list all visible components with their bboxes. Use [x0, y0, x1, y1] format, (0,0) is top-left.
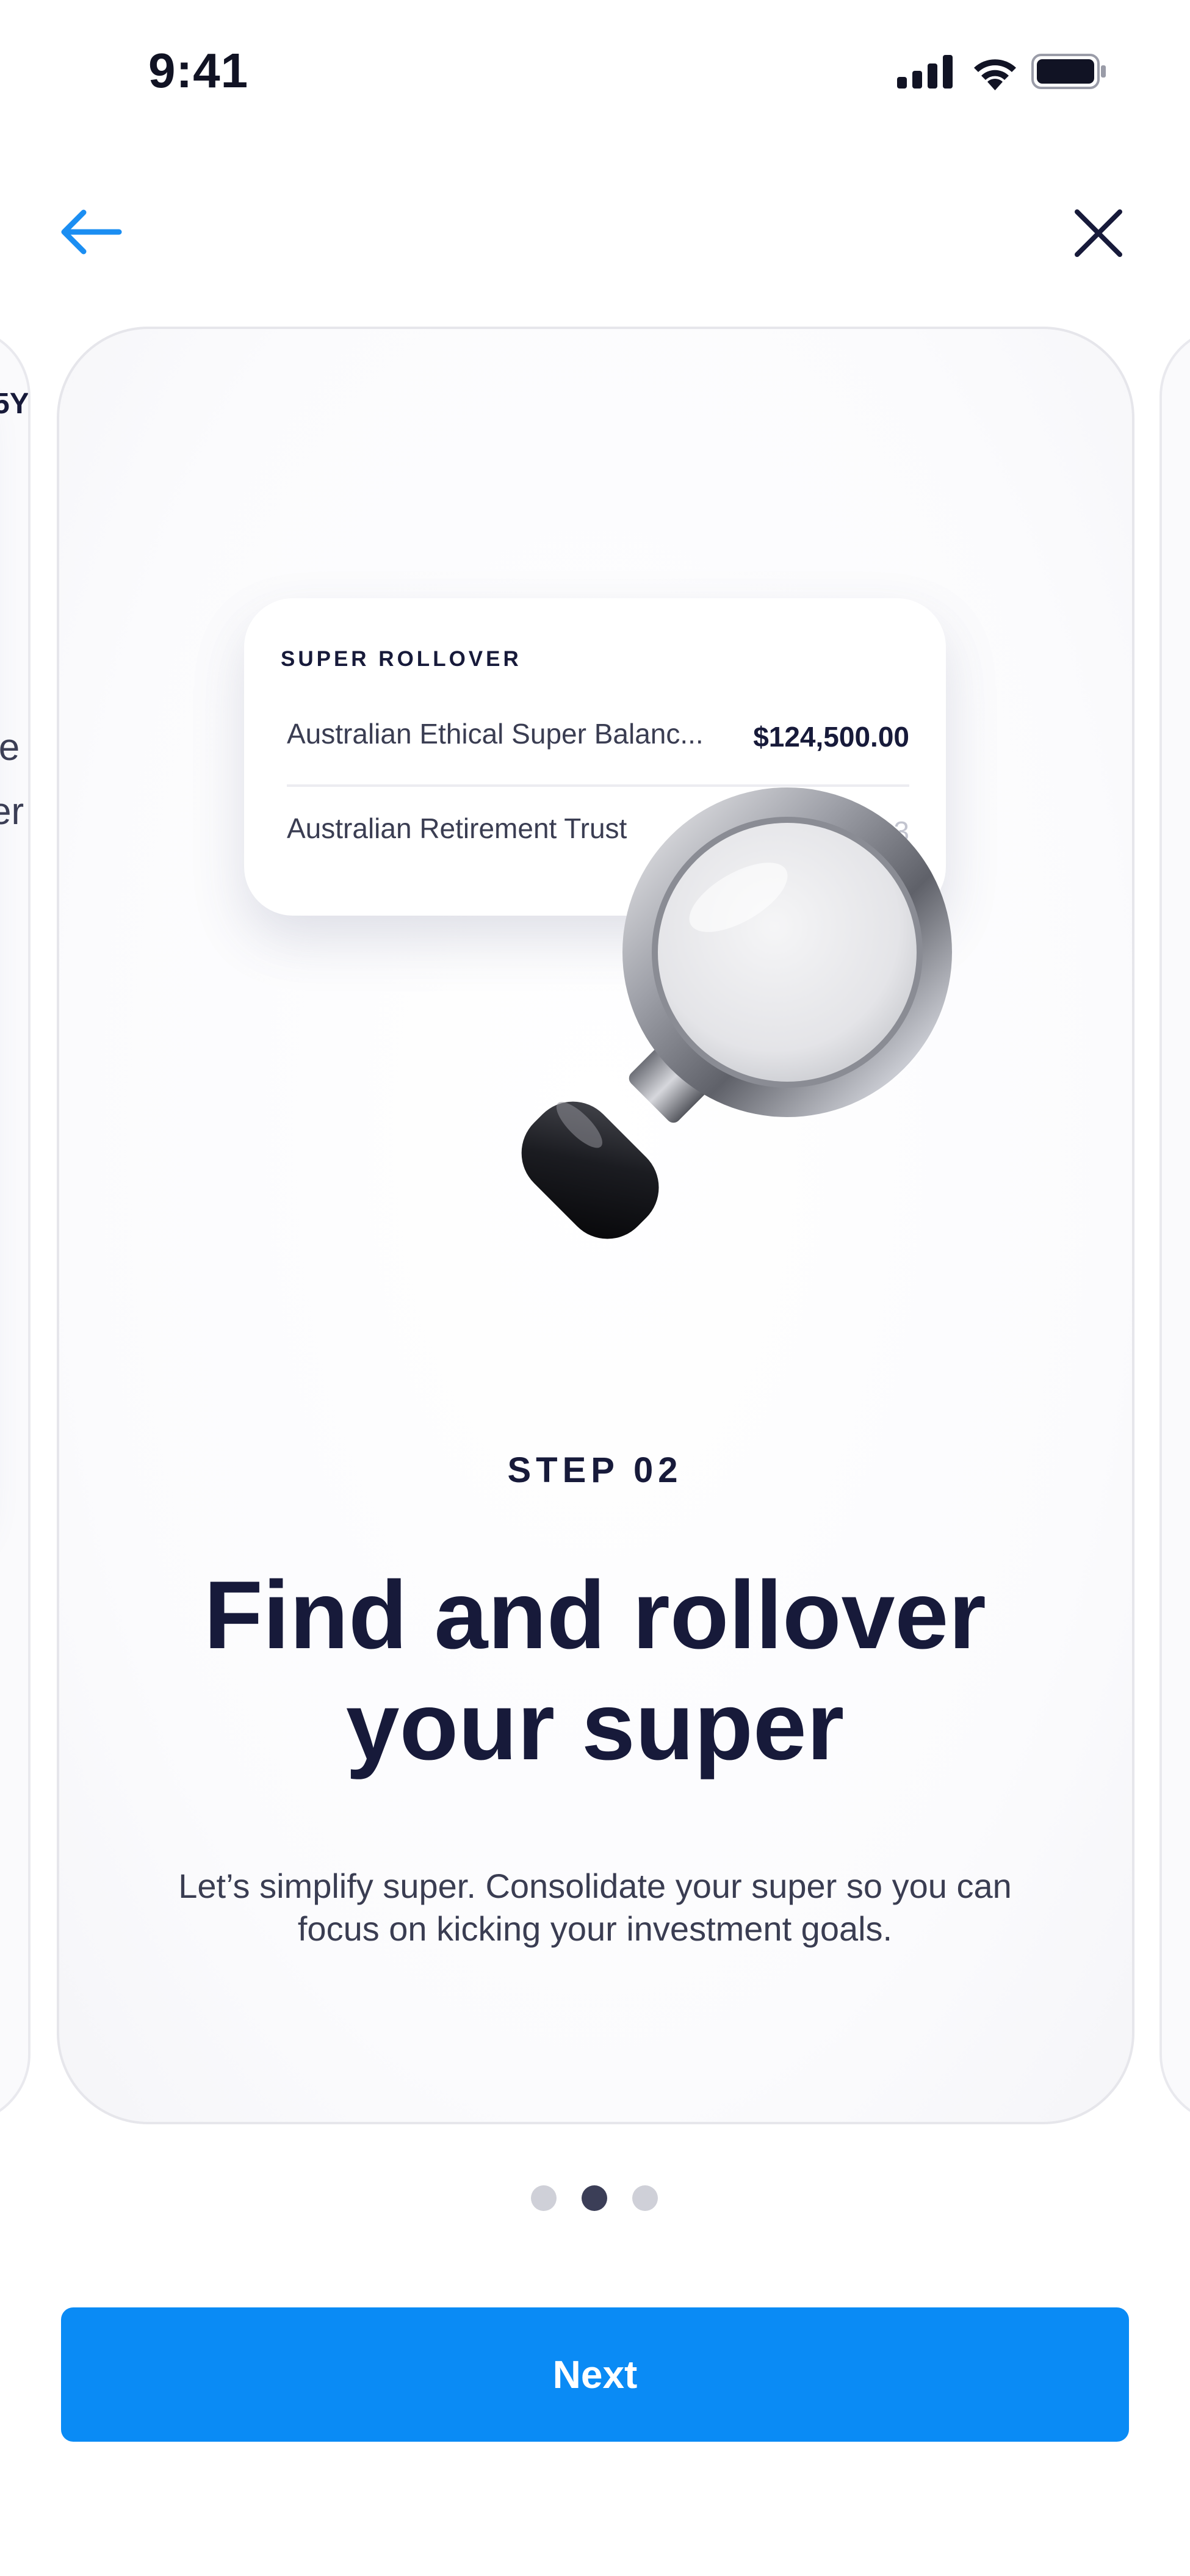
previous-card-peek[interactable]: 5Y le er [0, 327, 31, 2124]
description: Let’s simplify super. Consolidate your s… [140, 1865, 1050, 1950]
preview-row: Australian Ethical Super Balanc... $124,… [287, 705, 909, 772]
next-card-peek[interactable] [1159, 327, 1190, 2124]
close-icon [1075, 209, 1122, 257]
page-dot[interactable] [531, 2185, 557, 2211]
peek-text-fragment: le [0, 726, 20, 769]
page-dot[interactable] [632, 2185, 658, 2211]
description-line: focus on kicking your investment goals. [297, 1909, 893, 1948]
status-time: 9:41 [148, 43, 249, 98]
peek-text-fragment: 5Y [0, 388, 29, 420]
battery-icon [1031, 54, 1106, 89]
signal-icon [897, 55, 953, 89]
headline-line: Find and rollover [204, 1561, 986, 1669]
fund-amount: $124,500.00 [753, 721, 909, 753]
wifi-icon [974, 59, 1016, 90]
onboarding-screen: 9:41 5Y le [0, 0, 1190, 2576]
page-title: Find and rollover your super [122, 1560, 1068, 1782]
back-button[interactable] [58, 201, 125, 262]
headline-line: your super [345, 1673, 845, 1780]
preview-title: SUPER ROLLOVER [281, 647, 522, 671]
pagination-dots [531, 2185, 659, 2212]
next-button[interactable]: Next [61, 2307, 1129, 2442]
close-button[interactable] [1065, 204, 1132, 266]
status-icons [897, 49, 1106, 92]
peek-text-fragment: er [0, 791, 24, 833]
arrow-left-icon [61, 209, 122, 255]
step-label: STEP 02 [507, 1450, 683, 1490]
page-dot-active[interactable] [582, 2185, 607, 2211]
magnifying-glass-icon [521, 787, 952, 1239]
description-line: Let’s simplify super. Consolidate your s… [178, 1867, 1012, 1905]
fund-name: Australian Ethical Super Balanc... [287, 718, 704, 750]
